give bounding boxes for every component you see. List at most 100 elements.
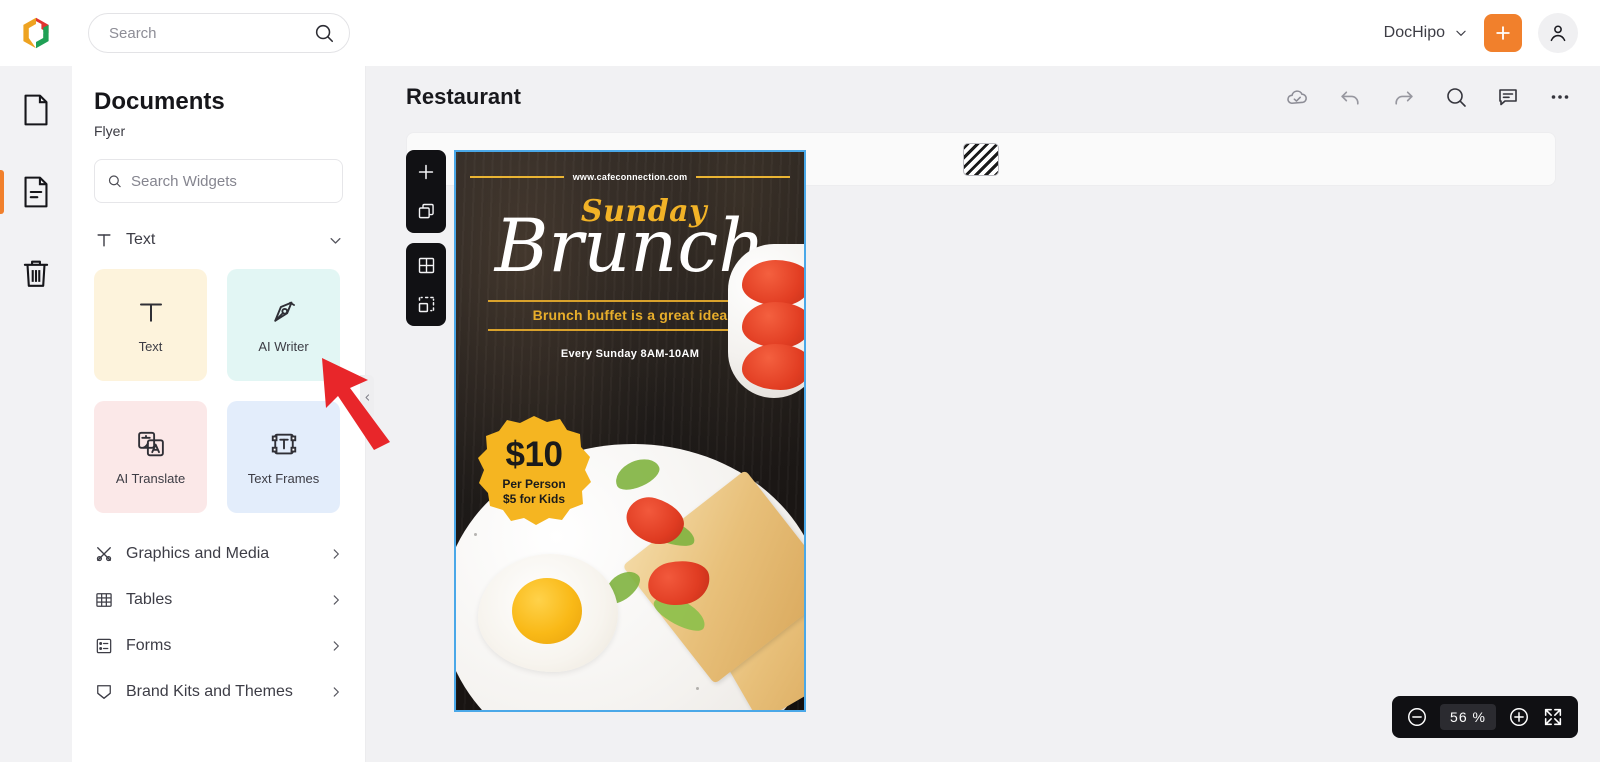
widget-search[interactable] (94, 159, 343, 203)
panel-collapse-handle[interactable] (360, 375, 374, 419)
undo-button[interactable] (1338, 85, 1363, 110)
canvas-search-button[interactable] (1444, 85, 1468, 109)
rail-item-my-documents[interactable] (0, 166, 72, 218)
dochipo-editor-app: DocHipo (0, 0, 1600, 762)
canvas-page[interactable]: www.cafeconnection.com Sunday Brunch Bru… (454, 150, 806, 712)
search-icon (315, 24, 334, 43)
sidebar-item-label: Forms (126, 637, 172, 654)
rule-right (696, 176, 790, 178)
sidebar-item-label: Tables (126, 591, 173, 608)
top-bar-right: DocHipo (1384, 13, 1600, 53)
redo-button[interactable] (1391, 85, 1416, 110)
tomato-slice (742, 260, 804, 306)
brand-kit-icon (97, 685, 111, 699)
widget-tile-label: AI Translate (115, 470, 186, 486)
widget-panel: Documents Flyer Text T (72, 66, 366, 762)
page-tool-group-layout (406, 243, 446, 326)
user-avatar-icon (1550, 25, 1566, 42)
document-toolbar (1285, 85, 1572, 110)
search-input[interactable] (109, 24, 313, 42)
tomato-slice (742, 344, 804, 390)
section-text[interactable]: Text (94, 217, 343, 263)
fullscreen-expand-icon (1544, 708, 1562, 726)
sidebar-item-tables[interactable]: Tables (94, 577, 343, 623)
zoom-out-circle-icon (1408, 708, 1426, 726)
ellipsis-icon (1551, 95, 1569, 99)
chevron-right-icon (333, 595, 339, 605)
sidebar-item-forms[interactable]: Forms (94, 623, 343, 669)
global-search[interactable] (88, 13, 350, 53)
flyer-website-row: www.cafeconnection.com (456, 172, 804, 182)
tomato-slice (742, 302, 804, 348)
flyer-website: www.cafeconnection.com (572, 172, 688, 182)
add-page-button[interactable] (413, 159, 439, 185)
grid-layout-button[interactable] (413, 252, 439, 278)
chevron-down-icon[interactable] (328, 233, 343, 248)
sidebar-item-label: Brand Kits and Themes (126, 683, 293, 700)
left-rail (0, 66, 72, 762)
chevron-down-icon (1456, 30, 1466, 36)
search-widgets-input[interactable] (131, 172, 330, 190)
widget-sections-list: Graphics and Media Tables Forms Brand Ki… (72, 531, 365, 715)
pen-nib-icon (273, 301, 295, 322)
translate-icon (137, 431, 164, 456)
fried-egg-yolk (512, 578, 582, 644)
user-avatar-button[interactable] (1538, 13, 1578, 53)
badge-line-1: Per Person (502, 477, 566, 491)
widget-tile-ai-writer[interactable]: AI Writer (227, 269, 340, 381)
rail-item-documents[interactable] (0, 84, 72, 136)
account-menu[interactable]: DocHipo (1384, 24, 1468, 42)
price-badge: $10 Per Person $5 for Kids (474, 414, 594, 529)
blank-document-icon (24, 94, 48, 126)
chevron-left-icon (365, 393, 369, 401)
rule-left (470, 176, 564, 178)
flyer-tomato-bowl-image (728, 244, 804, 398)
fullscreen-button[interactable] (1542, 706, 1564, 728)
sidebar-item-graphics-and-media[interactable]: Graphics and Media (94, 531, 343, 577)
comments-button[interactable] (1496, 85, 1520, 109)
widget-tile-label: Text (138, 338, 163, 354)
search-icon (108, 175, 121, 188)
resize-selection-button[interactable] (413, 291, 439, 317)
zoom-level-value[interactable]: 56 % (1440, 704, 1496, 730)
chevron-right-icon (333, 687, 339, 697)
document-header: Restaurant (366, 66, 1600, 128)
form-icon (96, 638, 112, 654)
sidebar-item-label: Graphics and Media (126, 545, 270, 562)
widget-tile-label: Text Frames (247, 470, 320, 486)
grid-icon (418, 257, 434, 273)
page-tools (406, 150, 446, 326)
cloud-saved-button[interactable] (1285, 85, 1310, 110)
widget-tile-ai-translate[interactable]: AI Translate (94, 401, 207, 513)
panel-title: Documents (94, 88, 225, 115)
table-grid-icon (96, 593, 112, 607)
document-lines-icon (24, 176, 48, 208)
app-logo[interactable] (0, 15, 72, 51)
transparent-fill-swatch-icon[interactable] (963, 142, 999, 176)
top-bar: DocHipo (0, 0, 1600, 66)
text-frame-icon (271, 433, 296, 454)
zoom-out-button[interactable] (1406, 706, 1428, 728)
cloud-check-icon (1287, 89, 1307, 104)
create-new-button[interactable] (1484, 14, 1522, 52)
plus-icon (418, 164, 434, 180)
dashed-selection-icon (418, 296, 434, 312)
widget-tile-text[interactable]: Text (94, 269, 207, 381)
rail-item-trash[interactable] (0, 248, 72, 300)
widget-tile-text-frames[interactable]: Text Frames (227, 401, 340, 513)
text-t-icon (139, 303, 162, 322)
zoom-in-button[interactable] (1508, 706, 1530, 728)
comment-icon (1499, 89, 1517, 106)
badge-price: $10 (505, 435, 563, 474)
duplicate-page-button[interactable] (413, 198, 439, 224)
trash-icon (23, 260, 49, 287)
search-icon (1447, 88, 1466, 107)
zoom-in-circle-icon (1510, 708, 1528, 726)
sidebar-item-brand-kits-and-themes[interactable]: Brand Kits and Themes (94, 669, 343, 715)
badge-line-2: $5 for Kids (502, 492, 565, 506)
graphics-media-icon (96, 547, 112, 562)
copy-icon (418, 203, 434, 218)
chevron-right-icon (333, 549, 339, 559)
dochipo-play-hexagon-logo-icon (23, 17, 49, 49)
more-options-button[interactable] (1548, 85, 1572, 109)
